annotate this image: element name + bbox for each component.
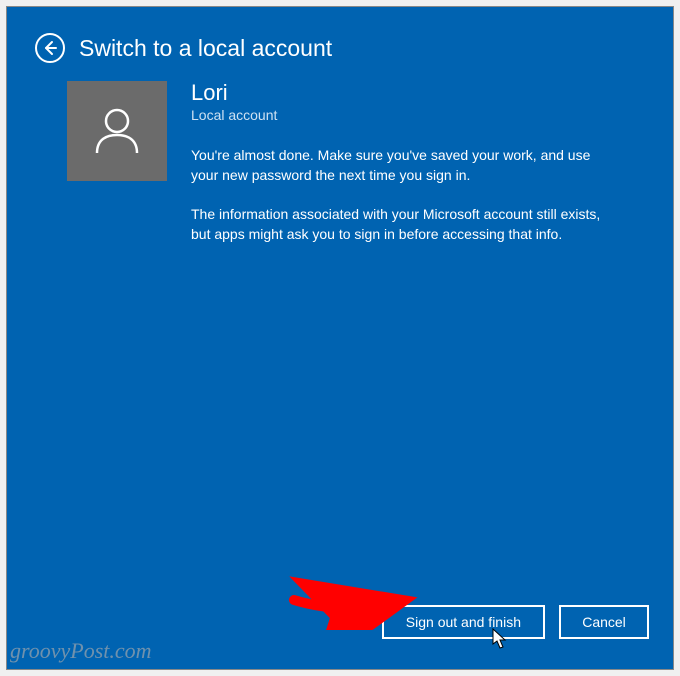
- person-icon: [87, 101, 147, 161]
- username: Lori: [191, 81, 613, 105]
- arrow-left-icon: [42, 40, 58, 56]
- dialog-window: Switch to a local account Lori Local acc…: [6, 6, 674, 670]
- sign-out-and-finish-button[interactable]: Sign out and finish: [382, 605, 545, 639]
- dialog-title: Switch to a local account: [79, 35, 332, 62]
- button-row: Sign out and finish Cancel: [382, 605, 649, 639]
- account-type: Local account: [191, 107, 613, 123]
- dialog-content: Lori Local account You're almost done. M…: [7, 73, 673, 244]
- body-paragraph-2: The information associated with your Mic…: [191, 204, 611, 245]
- dialog-header: Switch to a local account: [7, 7, 673, 73]
- avatar: [67, 81, 167, 181]
- cancel-button[interactable]: Cancel: [559, 605, 649, 639]
- user-info: Lori Local account You're almost done. M…: [167, 81, 613, 244]
- body-paragraph-1: You're almost done. Make sure you've sav…: [191, 145, 611, 186]
- back-button[interactable]: [35, 33, 65, 63]
